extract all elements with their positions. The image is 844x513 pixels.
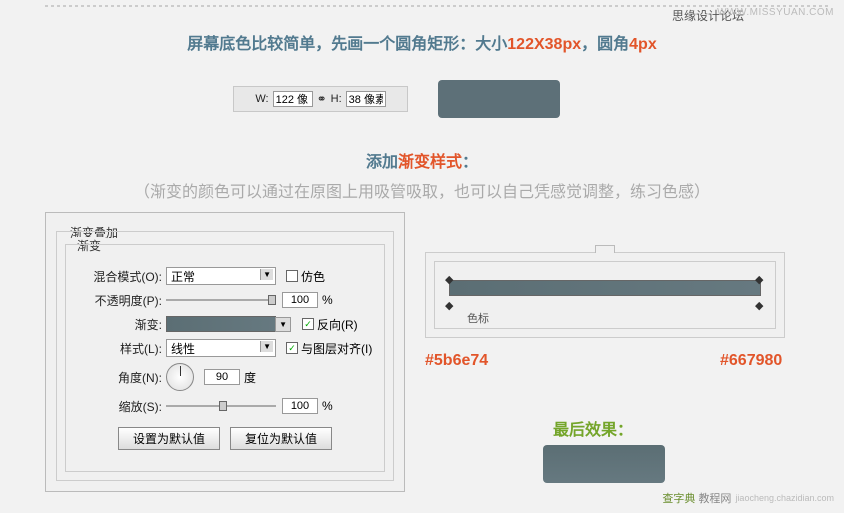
instr2-highlight: 渐变样式: [398, 154, 462, 171]
chazidian-footer: 查字典 教程网 jiaocheng.chazidian.com: [662, 490, 834, 506]
scale-row: 缩放(S): %: [76, 395, 374, 417]
opacity-stop-right[interactable]: [755, 270, 765, 280]
instruction-line-1: 屏幕底色比较简单，先画一个圆角矩形：大小122X38px，圆角4px: [0, 30, 844, 54]
opacity-input[interactable]: [282, 292, 318, 308]
final-effect-label: 最后效果：: [553, 416, 633, 440]
angle-row: 角度(N): 度: [76, 361, 374, 393]
style-select[interactable]: 线性: [166, 339, 276, 357]
se-label: 色标: [467, 310, 489, 326]
style-label: 样式(L):: [76, 340, 166, 357]
style-row: 样式(L): 线性 ✓ 与图层对齐(I): [76, 337, 374, 359]
blend-label: 混合模式(O):: [76, 268, 166, 285]
opacity-stop-left[interactable]: [445, 270, 455, 280]
opacity-unit: %: [322, 293, 333, 307]
blend-select[interactable]: 正常: [166, 267, 276, 285]
inner-fieldset: 混合模式(O): 正常 仿色 不透明度(P): % 渐变:: [65, 244, 385, 472]
instr2-part2: ：: [462, 154, 478, 171]
dither-checkbox[interactable]: [286, 270, 298, 282]
blend-row: 混合模式(O): 正常 仿色: [76, 265, 374, 287]
width-input[interactable]: [273, 91, 313, 107]
link-icon[interactable]: ⚭: [317, 92, 327, 106]
instruction-line-2: 添加渐变样式：: [0, 148, 844, 172]
reverse-label: 反向(R): [317, 316, 358, 333]
instruction-line-3: （渐变的颜色可以通过在原图上用吸管吸取，也可以自己凭感觉调整，练习色感）: [0, 178, 844, 202]
w-label: W:: [255, 93, 268, 105]
gradient-label: 渐变:: [76, 316, 166, 333]
align-checkbox[interactable]: ✓: [286, 342, 298, 354]
instr1-size: 122X38px: [507, 36, 581, 53]
instr1-part2: ，圆角: [581, 36, 629, 53]
gradient-preview-bar[interactable]: [449, 280, 761, 296]
angle-input[interactable]: [204, 369, 240, 385]
instr1-part1: 屏幕底色比较简单，先画一个圆角矩形：大小: [187, 36, 507, 53]
align-label: 与图层对齐(I): [301, 340, 372, 357]
color-stop-left[interactable]: [445, 296, 455, 306]
missyuan-url: WWW.MISSYUAN.COM: [717, 7, 834, 18]
reverse-checkbox[interactable]: ✓: [302, 318, 314, 330]
hex-color-right: #667980: [720, 352, 782, 370]
h-label: H:: [331, 93, 342, 105]
gradient-row: 渐变: ✓ 反向(R): [76, 313, 374, 335]
gradient-bar-wrap: [449, 280, 761, 296]
set-default-button[interactable]: 设置为默认值: [118, 427, 220, 450]
outer-fieldset: 渐变 混合模式(O): 正常 仿色 不透明度(P): %: [56, 231, 394, 481]
scale-slider[interactable]: [166, 400, 276, 412]
chazidian-url: jiaocheng.chazidian.com: [735, 493, 834, 503]
final-rect: [543, 445, 665, 483]
button-row: 设置为默认值 复位为默认值: [76, 419, 374, 450]
opacity-row: 不透明度(P): %: [76, 289, 374, 311]
instr1-radius: 4px: [629, 36, 657, 53]
scale-label: 缩放(S):: [76, 398, 166, 415]
angle-dial[interactable]: [166, 363, 194, 391]
angle-unit: 度: [244, 369, 256, 386]
scale-unit: %: [322, 399, 333, 413]
opacity-slider[interactable]: [166, 294, 276, 306]
scale-input[interactable]: [282, 398, 318, 414]
color-stop-right[interactable]: [755, 296, 765, 306]
height-input[interactable]: [346, 91, 386, 107]
layer-style-panel: 渐变叠加 渐变 混合模式(O): 正常 仿色 不透明度(P): %: [45, 212, 405, 492]
reset-default-button[interactable]: 复位为默认值: [230, 427, 332, 450]
gradient-tab: [595, 245, 615, 253]
gradient-editor-panel: 色标: [425, 252, 785, 338]
width-height-panel: W: ⚭ H:: [233, 86, 408, 112]
instr2-part1: 添加: [366, 154, 398, 171]
angle-label: 角度(N):: [76, 369, 166, 386]
gradient-picker[interactable]: [166, 316, 276, 332]
hex-color-left: #5b6e74: [425, 352, 488, 370]
sample-rect: [438, 80, 560, 118]
opacity-label: 不透明度(P):: [76, 292, 166, 309]
dither-label: 仿色: [301, 268, 325, 285]
